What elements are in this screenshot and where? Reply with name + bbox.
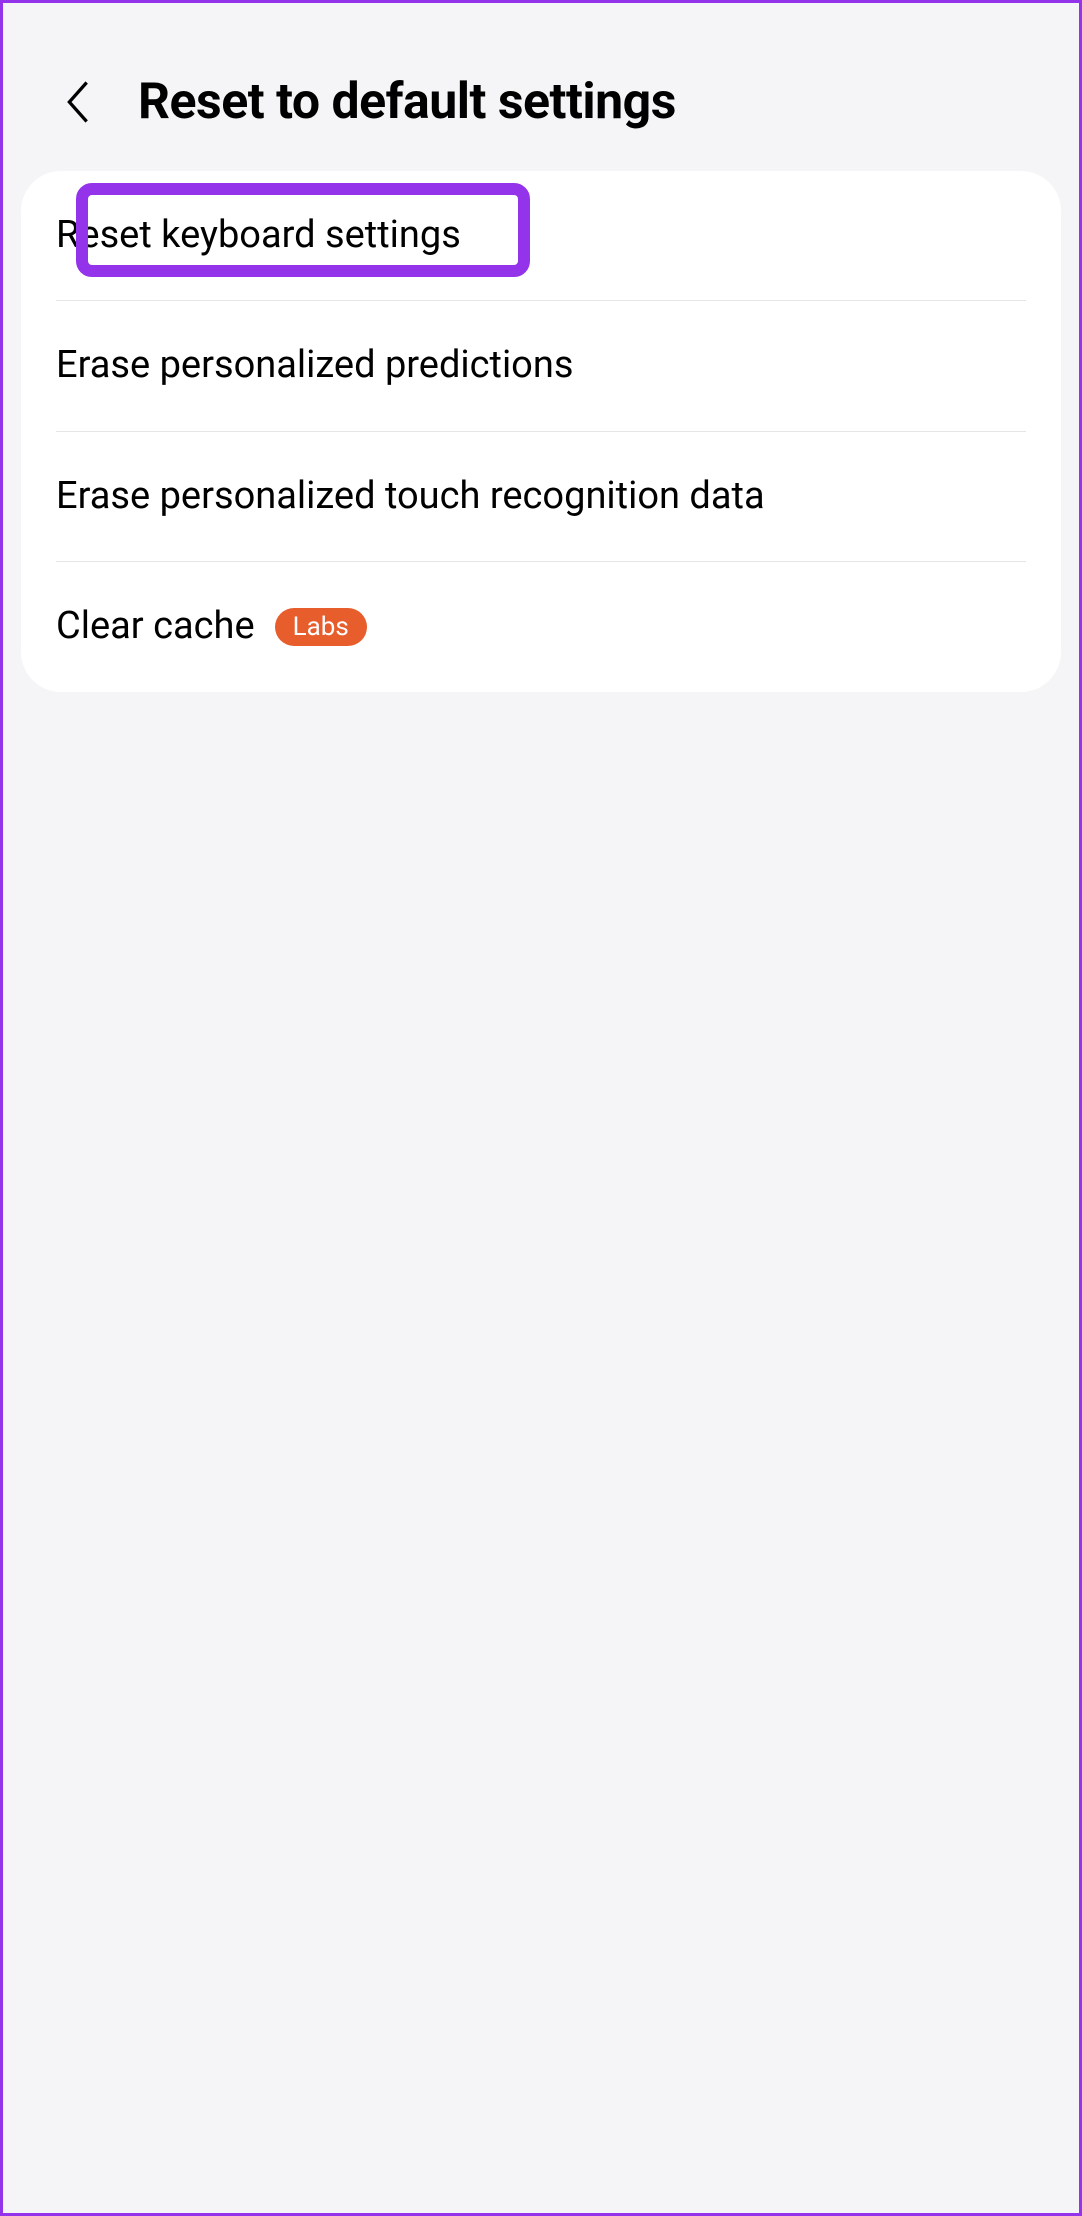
list-item-label: Reset keyboard settings bbox=[56, 211, 461, 260]
list-item-label: Clear cache bbox=[56, 602, 255, 651]
list-item-clear-cache[interactable]: Clear cache Labs bbox=[56, 562, 1026, 691]
labs-badge: Labs bbox=[275, 608, 367, 646]
page-title: Reset to default settings bbox=[138, 73, 676, 131]
back-icon[interactable] bbox=[58, 77, 98, 127]
list-item-erase-predictions[interactable]: Erase personalized predictions bbox=[56, 301, 1026, 431]
list-item-label: Erase personalized touch recognition dat… bbox=[56, 472, 765, 521]
list-item-erase-touch[interactable]: Erase personalized touch recognition dat… bbox=[56, 432, 1026, 562]
list-item-label: Erase personalized predictions bbox=[56, 341, 573, 390]
header: Reset to default settings bbox=[3, 3, 1079, 171]
settings-card: Reset keyboard settings Erase personaliz… bbox=[21, 171, 1061, 692]
list-item-reset-keyboard[interactable]: Reset keyboard settings bbox=[56, 171, 1026, 301]
